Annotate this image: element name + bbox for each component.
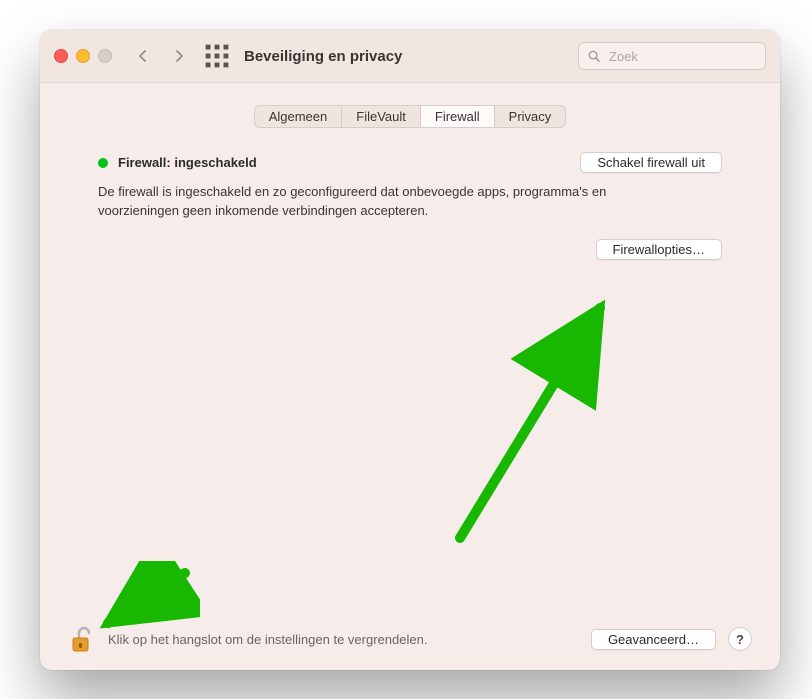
- forward-button[interactable]: [166, 43, 192, 69]
- advanced-button[interactable]: Geavanceerd…: [591, 629, 716, 650]
- search-icon: [587, 49, 601, 63]
- lock-button[interactable]: [68, 623, 96, 655]
- status-dot-icon: [98, 158, 108, 168]
- search-input[interactable]: [607, 48, 757, 65]
- search-field[interactable]: [578, 42, 766, 70]
- tab-filevault[interactable]: FileVault: [342, 106, 421, 127]
- annotation-arrow-options: [440, 283, 630, 553]
- firewall-status-row: Firewall: ingeschakeld Schakel firewall …: [98, 152, 722, 173]
- lock-hint-text: Klik op het hangslot om de instellingen …: [108, 632, 427, 647]
- firewall-options-button[interactable]: Firewallopties…: [596, 239, 722, 260]
- tab-privacy[interactable]: Privacy: [495, 106, 566, 127]
- firewall-status-label: Firewall: ingeschakeld: [118, 155, 257, 170]
- chevron-right-icon: [171, 48, 187, 64]
- tab-general[interactable]: Algemeen: [255, 106, 343, 127]
- tab-firewall[interactable]: Firewall: [421, 106, 495, 127]
- zoom-window-button[interactable]: [98, 49, 112, 63]
- window-title: Beveiliging en privacy: [244, 48, 402, 65]
- chevron-left-icon: [135, 48, 151, 64]
- footer: Klik op het hangslot om de instellingen …: [68, 623, 752, 655]
- back-button[interactable]: [130, 43, 156, 69]
- firewall-description: De firewall is ingeschakeld en zo geconf…: [98, 183, 688, 221]
- tab-bar: Algemeen FileVault Firewall Privacy: [68, 105, 752, 128]
- close-window-button[interactable]: [54, 49, 68, 63]
- lock-open-icon: [70, 625, 94, 653]
- toggle-firewall-button[interactable]: Schakel firewall uit: [580, 152, 722, 173]
- minimize-window-button[interactable]: [76, 49, 90, 63]
- grid-icon: [204, 43, 230, 69]
- window-controls: [54, 49, 112, 63]
- content-area: Algemeen FileVault Firewall Privacy Fire…: [40, 83, 780, 670]
- show-all-button[interactable]: [204, 43, 230, 69]
- titlebar: Beveiliging en privacy: [40, 30, 780, 83]
- help-button[interactable]: ?: [728, 627, 752, 651]
- preferences-window: Beveiliging en privacy Algemeen FileVaul…: [40, 30, 780, 670]
